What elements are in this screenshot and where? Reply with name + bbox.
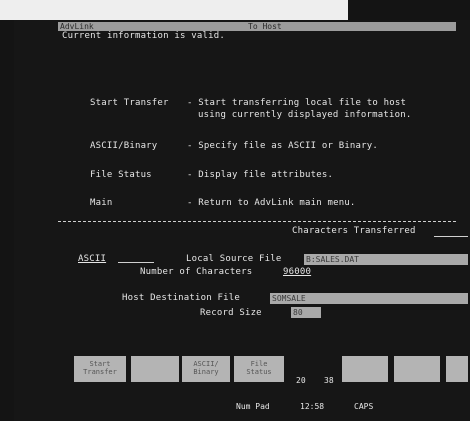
- fkey-7[interactable]: [446, 356, 468, 382]
- fkey-file-status[interactable]: File Status: [234, 356, 284, 382]
- caps-indicator: CAPS: [354, 402, 374, 411]
- clock: 12:58: [300, 402, 325, 411]
- menu-item-file-status[interactable]: File Status: [90, 170, 152, 180]
- local-source-label: Local Source File: [186, 254, 282, 264]
- menu-desc-main: - Return to AdvLink main menu.: [187, 198, 356, 208]
- characters-transferred-value-line: [434, 236, 468, 237]
- section-divider: [58, 221, 456, 222]
- characters-transferred-label: Characters Transferred: [292, 226, 416, 236]
- fkey-start-transfer[interactable]: Start Transfer: [74, 356, 126, 382]
- title-bar-app: AdvLink: [60, 22, 94, 31]
- cursor-row: 20: [296, 376, 306, 385]
- record-size-field[interactable]: 80: [291, 307, 321, 318]
- fkey-start-transfer-line2: Transfer: [83, 368, 117, 376]
- fkey-file-status-line1: File: [250, 360, 268, 368]
- paper-edge: [0, 0, 348, 20]
- menu-desc-start-transfer-2: using currently displayed information.: [198, 110, 412, 120]
- fkey-ascii-binary-line2: Binary: [193, 368, 219, 376]
- menu-item-ascii-binary[interactable]: ASCII/Binary: [90, 141, 157, 151]
- fkey-6[interactable]: [394, 356, 440, 382]
- transfer-mode-indicator: ASCII: [78, 254, 107, 264]
- fkey-2[interactable]: [131, 356, 179, 382]
- fkey-start-transfer-line1: Start: [89, 360, 111, 368]
- status-message: Current information is valid.: [62, 31, 225, 41]
- fkey-file-status-line2: Status: [246, 368, 272, 376]
- local-source-field[interactable]: B:SALES.DAT: [304, 254, 468, 265]
- record-size-label: Record Size: [200, 308, 262, 318]
- cursor-col: 38: [324, 376, 334, 385]
- menu-desc-file-status: - Display file attributes.: [187, 170, 334, 180]
- title-bar: AdvLink To Host: [58, 22, 456, 31]
- num-chars-label: Number of Characters: [140, 267, 253, 277]
- mode-field-line: [118, 262, 154, 263]
- fkey-5[interactable]: [342, 356, 388, 382]
- menu-desc-start-transfer: - Start transferring local file to host: [187, 98, 407, 108]
- num-pad-indicator: Num Pad: [236, 402, 270, 411]
- fkey-ascii-binary-line1: ASCII/: [193, 360, 219, 368]
- menu-desc-ascii-binary: - Specify file as ASCII or Binary.: [187, 141, 379, 151]
- fkey-ascii-binary[interactable]: ASCII/ Binary: [182, 356, 230, 382]
- host-dest-label: Host Destination File: [122, 293, 240, 303]
- host-dest-field[interactable]: SOMSALE: [270, 293, 468, 304]
- title-bar-mode: To Host: [248, 22, 282, 31]
- menu-item-main[interactable]: Main: [90, 198, 112, 208]
- menu-item-start-transfer[interactable]: Start Transfer: [90, 98, 169, 108]
- num-chars-value: 96000: [283, 267, 312, 277]
